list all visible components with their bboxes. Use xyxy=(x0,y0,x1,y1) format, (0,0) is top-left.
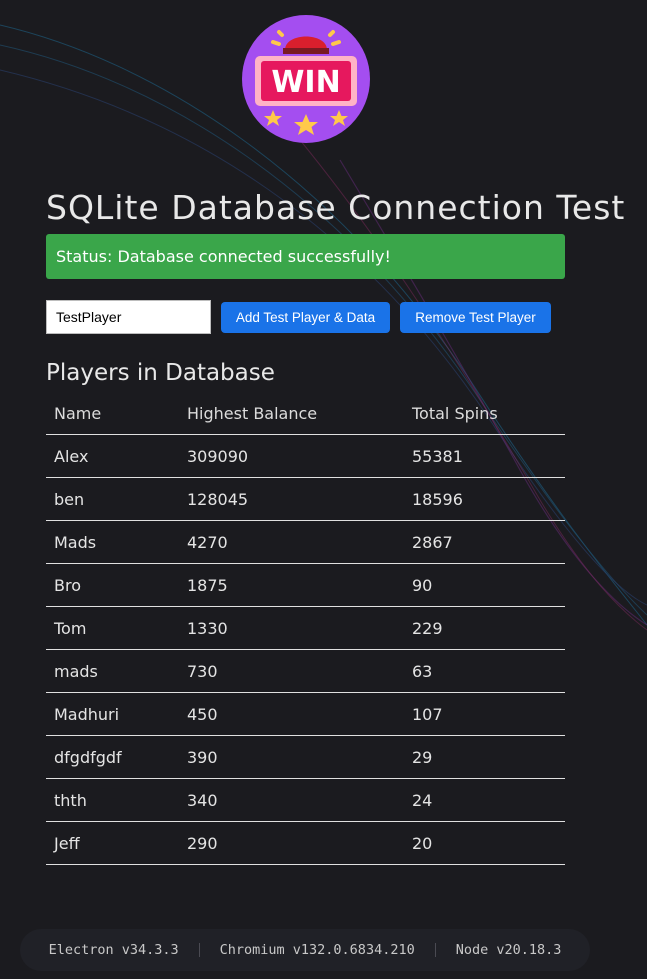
player-name-input[interactable] xyxy=(46,300,211,334)
table-row: ben 128045 18596 xyxy=(46,477,565,521)
cell-name: Jeff xyxy=(46,821,179,865)
players-heading: Players in Database xyxy=(46,360,275,386)
cell-highest-balance: 128045 xyxy=(179,477,404,521)
cell-name: Alex xyxy=(46,434,179,478)
cell-highest-balance: 730 xyxy=(179,649,404,693)
cell-total-spins: 29 xyxy=(404,735,565,779)
table-header-row: Name Highest Balance Total Spins xyxy=(46,392,565,435)
cell-name: thth xyxy=(46,778,179,822)
cell-highest-balance: 450 xyxy=(179,692,404,736)
node-version: Node v20.18.3 xyxy=(455,942,562,958)
cell-total-spins: 107 xyxy=(404,692,565,736)
electron-version: Electron v34.3.3 xyxy=(48,942,179,958)
remove-test-player-button[interactable]: Remove Test Player xyxy=(400,302,551,333)
cell-total-spins: 90 xyxy=(404,563,565,607)
players-table: Name Highest Balance Total Spins Alex 30… xyxy=(46,392,565,865)
page-title: SQLite Database Connection Test xyxy=(46,188,626,227)
table-row: Jeff 290 20 xyxy=(46,821,565,865)
cell-total-spins: 2867 xyxy=(404,520,565,564)
table-row: dfgdfgdf 390 29 xyxy=(46,735,565,779)
cell-highest-balance: 1875 xyxy=(179,563,404,607)
cell-highest-balance: 4270 xyxy=(179,520,404,564)
cell-total-spins: 18596 xyxy=(404,477,565,521)
table-row: mads 730 63 xyxy=(46,649,565,693)
table-row: thth 340 24 xyxy=(46,778,565,822)
column-header-highest-balance: Highest Balance xyxy=(179,392,404,435)
divider xyxy=(198,943,200,957)
cell-name: ben xyxy=(46,477,179,521)
cell-total-spins: 229 xyxy=(404,606,565,650)
cell-total-spins: 20 xyxy=(404,821,565,865)
status-banner: Status: Database connected successfully! xyxy=(46,234,565,279)
cell-highest-balance: 290 xyxy=(179,821,404,865)
column-header-name: Name xyxy=(46,392,179,435)
cell-total-spins: 24 xyxy=(404,778,565,822)
cell-highest-balance: 390 xyxy=(179,735,404,779)
divider xyxy=(434,943,436,957)
versions-bar: Electron v34.3.3 Chromium v132.0.6834.21… xyxy=(20,929,590,971)
add-test-player-button[interactable]: Add Test Player & Data xyxy=(221,302,390,333)
table-row: Mads 4270 2867 xyxy=(46,520,565,564)
cell-name: Tom xyxy=(46,606,179,650)
win-logo-text: WIN xyxy=(271,65,340,100)
cell-name: dfgdfgdf xyxy=(46,735,179,779)
table-row: Alex 309090 55381 xyxy=(46,434,565,478)
table-row: Madhuri 450 107 xyxy=(46,692,565,736)
win-logo: WIN xyxy=(242,15,370,143)
cell-name: Mads xyxy=(46,520,179,564)
cell-highest-balance: 1330 xyxy=(179,606,404,650)
table-row: Bro 1875 90 xyxy=(46,563,565,607)
cell-total-spins: 63 xyxy=(404,649,565,693)
chromium-version: Chromium v132.0.6834.210 xyxy=(219,942,415,958)
table-row: Tom 1330 229 xyxy=(46,606,565,650)
column-header-total-spins: Total Spins xyxy=(404,392,565,435)
cell-name: mads xyxy=(46,649,179,693)
cell-highest-balance: 340 xyxy=(179,778,404,822)
cell-total-spins: 55381 xyxy=(404,434,565,478)
cell-name: Madhuri xyxy=(46,692,179,736)
cell-name: Bro xyxy=(46,563,179,607)
cell-highest-balance: 309090 xyxy=(179,434,404,478)
